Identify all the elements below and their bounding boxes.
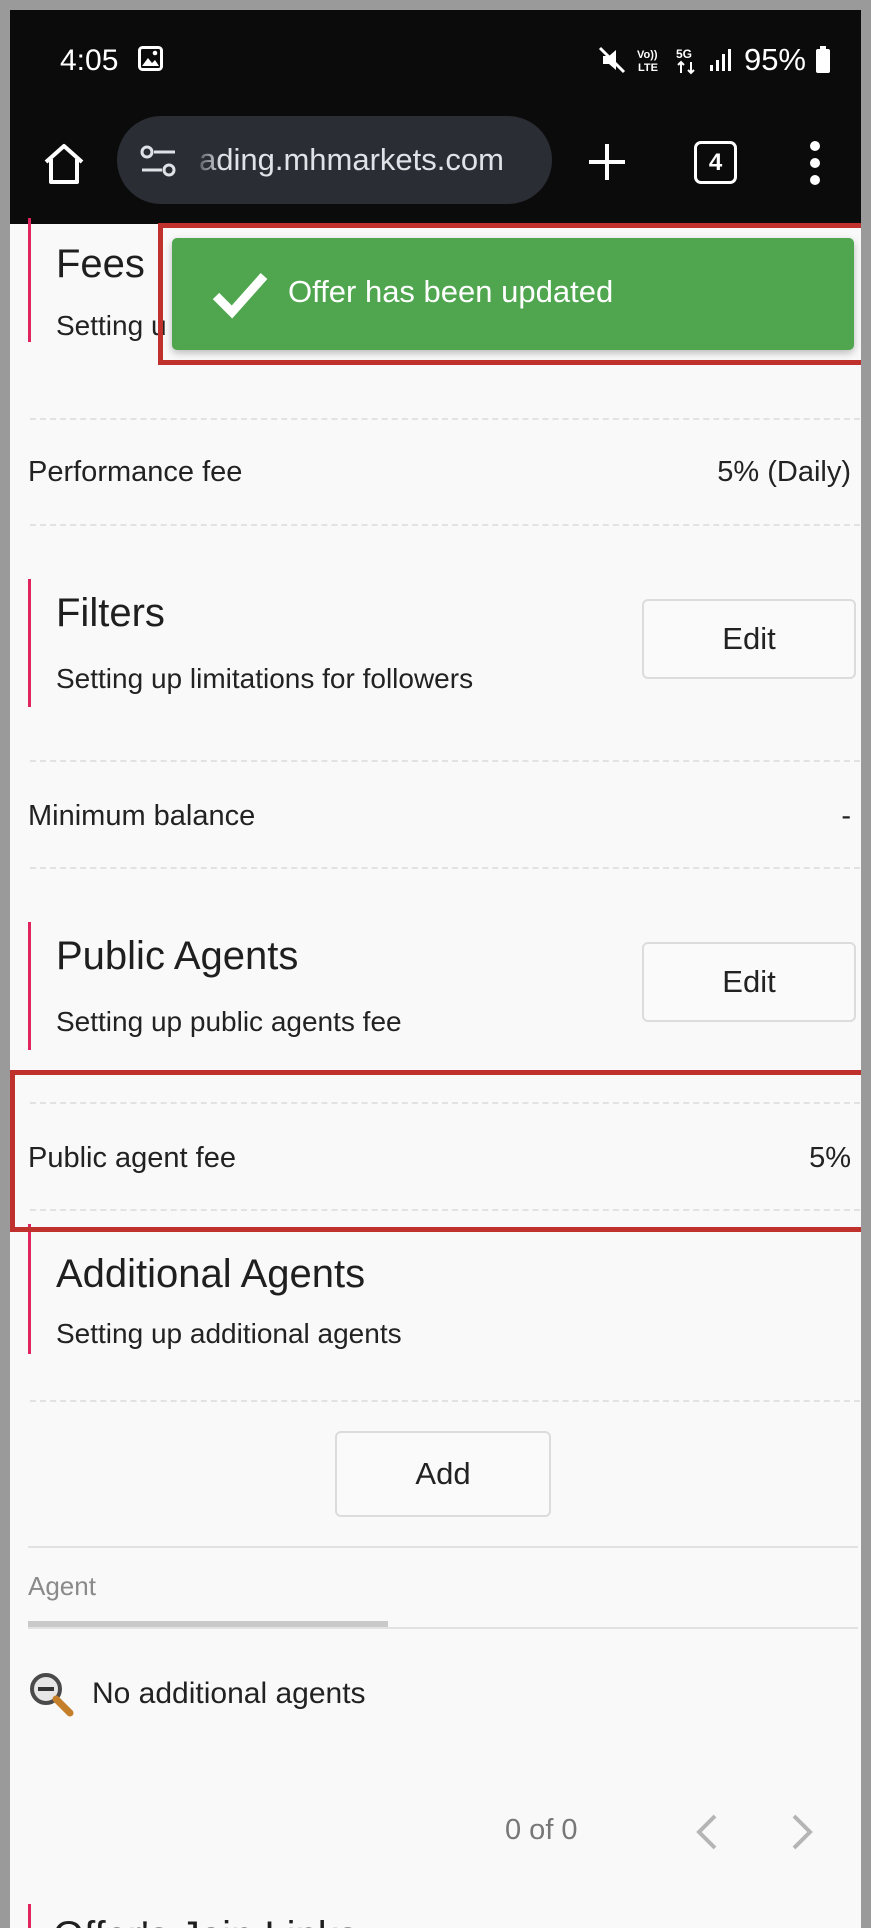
battery-icon (816, 46, 830, 73)
new-tab-icon[interactable] (583, 138, 631, 186)
divider (30, 867, 860, 869)
filters-edit-button[interactable]: Edit (642, 599, 856, 679)
minimum-balance-value: - (841, 800, 851, 832)
fees-title: Fees (56, 242, 145, 286)
filters-section-header: Filters Setting up limitations for follo… (28, 579, 473, 707)
tab-switcher-button[interactable]: 4 (694, 141, 737, 184)
address-bar[interactable]: ading.mhmarkets.com (117, 116, 552, 204)
agent-column-header[interactable]: Agent (28, 1571, 96, 1602)
mute-icon (598, 46, 626, 74)
svg-text:Vo)): Vo)) (637, 49, 658, 61)
more-menu-icon[interactable] (805, 138, 825, 188)
minimum-balance-label: Minimum balance (28, 800, 256, 832)
public-agents-section-header: Public Agents Setting up public agents f… (28, 922, 402, 1050)
svg-text:5G: 5G (676, 47, 692, 61)
additional-agents-section-header: Additional Agents Setting up additional … (28, 1224, 402, 1354)
performance-fee-label: Performance fee (28, 456, 243, 488)
additional-agents-subtitle: Setting up additional agents (56, 1318, 402, 1349)
pagination-range: 0 of 0 (505, 1814, 578, 1846)
browser-toolbar: ading.mhmarkets.com 4 (10, 108, 861, 224)
table-header-border (28, 1627, 858, 1629)
add-agent-button[interactable]: Add (335, 1431, 551, 1517)
zoom-out-search-icon (30, 1673, 74, 1717)
chevron-left-icon[interactable] (693, 1812, 721, 1852)
empty-state: No additional agents (28, 1669, 366, 1719)
join-links-title: Offer's Join Links (53, 1914, 358, 1928)
divider (30, 524, 860, 526)
status-bar: 4:05 Vo)) LTE 5G 95% (10, 10, 861, 108)
filters-subtitle: Setting up limitations for followers (56, 663, 474, 694)
status-icons: Vo)) LTE 5G 95% (598, 40, 831, 80)
join-links-section-header (28, 1904, 31, 1928)
chevron-right-icon[interactable] (788, 1812, 816, 1852)
volte-icon: Vo)) LTE (637, 49, 658, 74)
svg-text:LTE: LTE (638, 62, 658, 74)
divider (30, 418, 860, 420)
public-agents-title: Public Agents (56, 934, 299, 978)
5g-icon: 5G (676, 47, 695, 75)
filters-title: Filters (56, 591, 165, 635)
url-text[interactable]: ading.mhmarkets.com (199, 142, 504, 178)
site-settings-icon[interactable] (139, 144, 179, 180)
signal-icon (709, 49, 731, 71)
empty-state-text: No additional agents (92, 1677, 366, 1710)
gallery-notification-icon (138, 46, 163, 71)
public-agent-fee-highlight-box (10, 1070, 861, 1232)
url-fade (191, 116, 221, 204)
home-icon[interactable] (40, 140, 88, 188)
performance-fee-value: 5% (Daily) (717, 456, 851, 488)
public-agents-edit-button[interactable]: Edit (642, 942, 856, 1022)
status-time: 4:05 (60, 44, 119, 77)
divider (30, 760, 860, 762)
phone-screen: 4:05 Vo)) LTE 5G 95% ading.mhmarkets.com… (10, 10, 861, 1928)
additional-agents-title: Additional Agents (56, 1252, 366, 1296)
public-agents-subtitle: Setting up public agents fee (56, 1006, 402, 1037)
battery-percentage: 95% (743, 42, 806, 77)
fees-subtitle: Setting u (56, 310, 167, 341)
divider (30, 1400, 860, 1402)
toast-highlight-box (158, 223, 861, 365)
divider (28, 1546, 858, 1548)
fees-section-header: Fees Setting u (28, 218, 167, 342)
